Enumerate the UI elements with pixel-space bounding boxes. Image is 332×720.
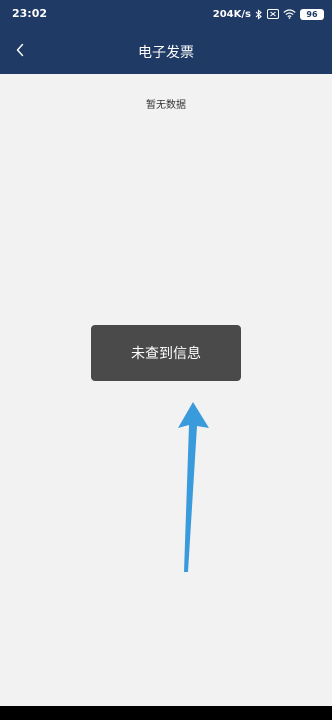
status-bar: 23:02 204K/s 96 — [0, 0, 332, 30]
arrow-up-icon — [178, 402, 209, 572]
toast-message: 未查到信息 — [91, 325, 241, 381]
nav-bar: 电子发票 — [0, 30, 332, 74]
app-header: 23:02 204K/s 96 电子发票 — [0, 0, 332, 74]
network-speed: 204K/s — [212, 8, 251, 20]
bluetooth-icon — [255, 8, 263, 20]
system-bottom-bar — [0, 706, 332, 720]
page-title: 电子发票 — [138, 45, 194, 61]
empty-state-text: 暂无数据 — [146, 100, 186, 111]
battery-icon: 96 — [300, 8, 324, 20]
status-icons: 204K/s 96 — [213, 6, 324, 22]
wifi-icon — [283, 9, 296, 19]
sim-icon — [267, 9, 279, 19]
status-time: 23:02 — [12, 7, 48, 20]
